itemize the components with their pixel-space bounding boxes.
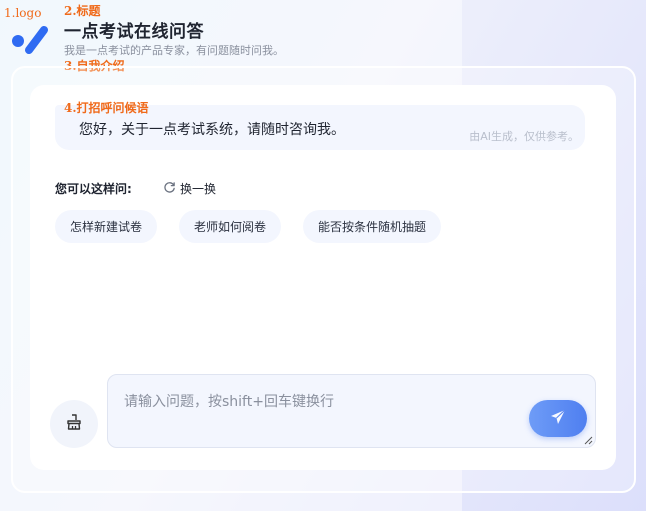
logo-icon	[11, 24, 51, 54]
annotation-title: 2.标题	[64, 4, 101, 18]
broom-icon	[65, 413, 83, 435]
refresh-icon	[163, 181, 176, 197]
refresh-button[interactable]: 换一换	[163, 180, 216, 197]
send-icon	[549, 408, 567, 430]
suggestion-chip[interactable]: 怎样新建试卷	[55, 210, 158, 243]
question-input-container	[107, 374, 596, 448]
annotation-greeting: 4.打招呼问候语	[64, 101, 149, 115]
greeting-text: 您好，关于一点考试系统，请随时咨询我。	[79, 122, 345, 138]
send-button[interactable]	[529, 400, 587, 437]
suggestion-chip[interactable]: 老师如何阅卷	[179, 210, 282, 243]
question-input[interactable]	[108, 375, 595, 447]
suggestion-chip[interactable]: 能否按条件随机抽题	[303, 210, 442, 243]
refresh-label: 换一换	[180, 182, 217, 196]
clear-chat-button[interactable]	[50, 400, 98, 448]
ai-disclaimer: 由AI生成，仅供参考。	[469, 130, 579, 143]
page-title: 一点考试在线问答	[64, 22, 204, 42]
resize-grip-icon[interactable]	[584, 436, 593, 445]
suggestions-label: 您可以这样问:	[55, 182, 132, 196]
page-subtitle: 我是一点考试的产品专家，有问题随时问我。	[64, 44, 284, 57]
